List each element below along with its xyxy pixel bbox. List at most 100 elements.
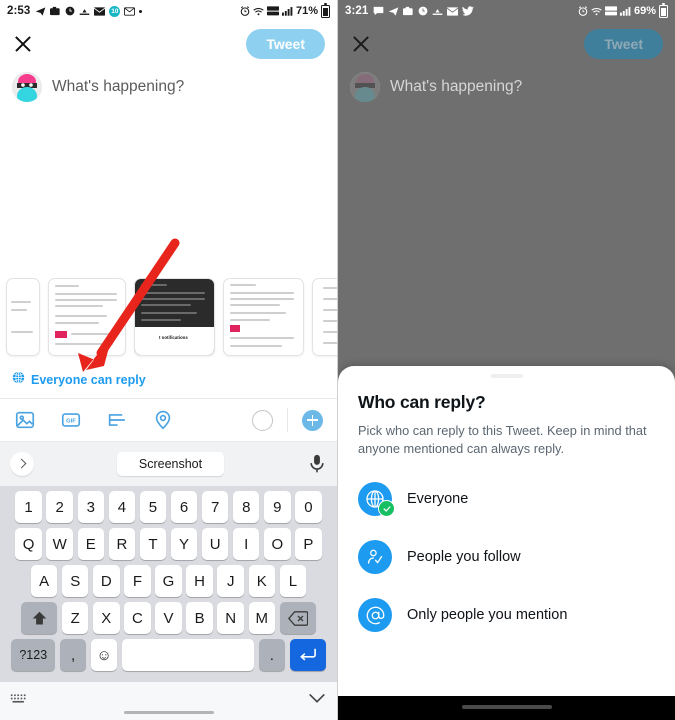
thumbnail-item[interactable] [6,278,40,356]
key-u[interactable]: U [201,528,229,560]
shift-key[interactable] [21,602,58,634]
poll-icon[interactable] [106,409,128,431]
at-sign-icon [358,598,392,633]
character-count-circle [252,409,273,431]
key-x[interactable]: X [93,602,120,634]
composer-placeholder[interactable]: What's happening? [52,78,184,96]
media-gallery-strip[interactable]: t notifications [0,278,337,360]
image-icon[interactable] [14,409,36,431]
key-a[interactable]: A [30,565,58,597]
key-9[interactable]: 9 [264,491,291,523]
enter-key[interactable] [289,639,326,671]
left-phone-screen: 2:53 10 71% Tweet What's happening? t no… [0,0,337,720]
key-q[interactable]: Q [15,528,42,560]
avatar[interactable] [12,72,42,102]
keyboard-suggestion-bar: Screenshot [0,442,337,486]
sheet-drag-handle[interactable] [490,374,523,378]
option-people-you-follow[interactable]: People you follow [358,540,655,575]
key-i[interactable]: I [232,528,260,560]
key-t[interactable]: T [139,528,167,560]
key-3[interactable]: 3 [77,491,105,523]
symbols-key[interactable]: ?123 [11,639,56,671]
gif-icon[interactable]: GIF [60,409,82,431]
key-z[interactable]: Z [61,602,89,634]
chevron-right-icon[interactable] [10,452,34,476]
close-icon[interactable] [350,33,372,55]
dual-screenshot-container: 2:53 10 71% Tweet What's happening? t no… [0,0,675,720]
status-bar-right: 3:21 69% [338,0,675,22]
key-1[interactable]: 1 [15,491,42,523]
thumbnail-item[interactable]: t notifications [134,278,215,356]
key-m[interactable]: M [248,602,276,634]
composer-placeholder[interactable]: What's happening? [390,78,522,96]
keyboard-row-bottom: Z X C V B N M [0,602,337,634]
volte-icon [604,6,617,16]
key-f[interactable]: F [124,565,151,597]
telegram-icon [388,6,399,17]
status-right-left: 71% [240,3,330,18]
key-7[interactable]: 7 [201,491,229,523]
option-only-people-you-mention[interactable]: Only people you mention [358,598,655,633]
key-c[interactable]: C [124,602,151,634]
status-right-right: 69% [578,3,668,18]
key-k[interactable]: K [248,565,276,597]
key-o[interactable]: O [264,528,291,560]
mail-icon [447,6,459,16]
thumbnail-item[interactable] [223,278,304,356]
key-j[interactable]: J [217,565,244,597]
key-l[interactable]: L [279,565,307,597]
key-5[interactable]: 5 [139,491,167,523]
microphone-icon[interactable] [307,453,327,475]
emoji-key[interactable]: ☺ [90,639,118,671]
key-p[interactable]: P [295,528,322,560]
key-h[interactable]: H [186,565,213,597]
composer-toolbar: GIF [0,398,337,442]
selected-check-icon [378,500,395,518]
status-bar-left: 2:53 10 71% [0,0,337,22]
close-icon[interactable] [12,33,34,55]
twitter-icon [462,6,475,16]
key-g[interactable]: G [155,565,182,597]
thumbnail-item[interactable] [48,278,126,356]
key-e[interactable]: E [77,528,105,560]
key-0[interactable]: 0 [295,491,322,523]
composer-header-right: Tweet [338,22,675,66]
key-w[interactable]: W [46,528,73,560]
mail-icon [94,6,106,16]
key-s[interactable]: S [61,565,89,597]
chevron-down-icon[interactable] [307,692,327,710]
wifi-icon [253,7,264,16]
key-4[interactable]: 4 [108,491,136,523]
home-indicator[interactable] [461,705,552,709]
sheet-title: Who can reply? [358,392,486,412]
option-label: Everyone [407,491,469,508]
option-everyone[interactable]: Everyone [358,482,655,518]
key-8[interactable]: 8 [232,491,260,523]
key-y[interactable]: Y [170,528,198,560]
keyboard-switch-icon[interactable] [10,692,28,710]
backspace-key[interactable] [279,602,316,634]
comma-key[interactable]: , [59,639,87,671]
tweet-button[interactable]: Tweet [584,29,663,59]
key-d[interactable]: D [93,565,120,597]
key-6[interactable]: 6 [170,491,198,523]
reply-scope-row[interactable]: Everyone can reply [0,366,337,394]
suggestion-chip[interactable]: Screenshot [116,452,225,476]
key-2[interactable]: 2 [46,491,73,523]
key-v[interactable]: V [155,602,182,634]
key-b[interactable]: B [186,602,213,634]
who-can-reply-sheet: Who can reply? Pick who can reply to thi… [338,366,675,720]
download-icon [432,7,443,16]
avatar[interactable] [350,72,380,102]
volte-icon [266,6,279,16]
location-icon[interactable] [152,409,174,431]
clock-icon [65,6,75,16]
period-key[interactable]: . [258,639,286,671]
thumbnail-item[interactable] [312,278,337,356]
add-tweet-button[interactable] [302,409,323,431]
key-n[interactable]: N [217,602,244,634]
space-key[interactable] [122,639,255,671]
key-r[interactable]: R [108,528,136,560]
battery-percent: 69% [633,5,656,17]
tweet-button[interactable]: Tweet [246,29,325,59]
